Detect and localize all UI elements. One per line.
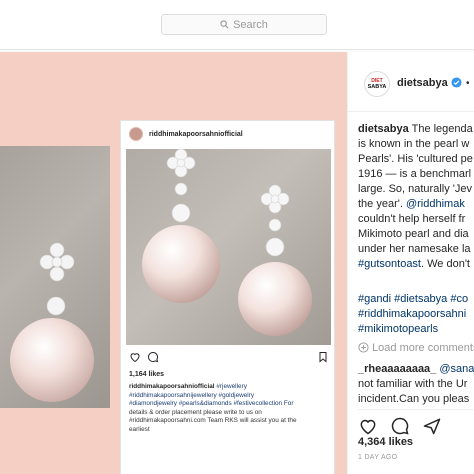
more-options-button[interactable]: • — [466, 78, 470, 89]
avatar[interactable] — [129, 127, 143, 141]
caption-line: dietsabya The legenda — [358, 122, 474, 137]
caption-username[interactable]: dietsabya — [358, 123, 409, 135]
hashtag-link[interactable]: #gandi #dietsabya #co — [358, 292, 474, 307]
share-icon[interactable] — [422, 416, 442, 436]
embedded-caption-line: earliest — [129, 425, 150, 433]
caption-line: #gutsontoast. We don't — [358, 257, 474, 272]
caption-line: the year'. @riddhimak — [358, 197, 474, 212]
background-earring-photo — [0, 146, 110, 408]
load-more-label: Load more comments — [372, 342, 474, 354]
avatar[interactable]: DIET SABYA — [364, 71, 390, 97]
embedded-post-actions — [129, 351, 329, 365]
search-placeholder: Search — [233, 18, 268, 31]
search-input[interactable]: Search — [161, 14, 327, 35]
verified-badge-icon — [451, 77, 462, 88]
hashtag-list: #gandi #dietsabya #co #riddhimakapoorsah… — [358, 292, 474, 337]
post-image[interactable]: riddhimakapoorsahniofficial 1,164 likes … — [0, 52, 347, 474]
load-more-plus-icon — [358, 342, 369, 353]
comment-icon[interactable] — [390, 416, 410, 436]
comment-item: _rheaaaaaaaa_ @sana not familiar with th… — [358, 362, 474, 407]
caption-line: 1916 — is a benchmarl — [358, 168, 472, 180]
embedded-post-card[interactable]: riddhimakapoorsahniofficial 1,164 likes … — [120, 120, 335, 474]
comment-icon[interactable] — [147, 351, 159, 363]
embedded-post-photo — [126, 149, 331, 345]
post-header: DIET SABYA dietsabya • — [348, 52, 474, 112]
caption-line: Mikimoto pearl and dia — [358, 228, 469, 240]
caption-line: is known in the pearl w — [358, 138, 470, 150]
post-caption: dietsabya The legenda is known in the pe… — [358, 122, 474, 272]
caption-line: under her namesake la — [358, 243, 471, 255]
bookmark-icon[interactable] — [317, 351, 329, 363]
comment-line: not familiar with the Ur — [358, 378, 468, 390]
post-actions — [358, 409, 474, 435]
caption-text: The legenda — [408, 123, 473, 135]
hashtag-link[interactable]: #mikimotopearls — [358, 322, 474, 337]
heart-icon[interactable] — [358, 416, 378, 436]
mention-link[interactable]: @sana — [439, 363, 474, 375]
mention-link[interactable]: @riddhimak — [406, 198, 465, 210]
embedded-caption-line: #riddhimakapoorsahnijewellery #goldjewel… — [129, 391, 255, 399]
caption-text: the year'. — [358, 198, 406, 210]
comment-line: incident.Can you pleas — [358, 393, 470, 405]
comment-line: _rheaaaaaaaa_ @sana — [358, 362, 474, 377]
embedded-post-header: riddhimakapoorsahniofficial — [121, 121, 336, 147]
instagram-post-screen: Search riddhimakapoorsahniofficial 1,164… — [0, 0, 474, 474]
post-side-panel: DIET SABYA dietsabya • dietsabya The leg… — [347, 52, 474, 474]
hashtag-link[interactable]: #riddhimakapoorsahni — [358, 307, 474, 322]
load-more-comments-button[interactable]: Load more comments — [358, 342, 474, 357]
caption-line: couldn't help herself fr — [358, 213, 466, 225]
embedded-caption: riddhimakapoorsahniofficial #rjewellery … — [129, 383, 329, 434]
likes-count[interactable]: 4,364 likes — [358, 436, 413, 448]
post-timestamp: 1 DAY AGO — [358, 454, 398, 461]
embedded-caption-line: #diamondjewelry #pearls&diamonds #festiv… — [129, 400, 294, 407]
embedded-caption-line: details & order placement please write t… — [129, 408, 262, 416]
embedded-caption-line: #riddhimakapoorsahni.com Team RKS will a… — [129, 417, 297, 424]
pearl-earrings-illustration — [142, 149, 312, 336]
embedded-caption-user[interactable]: riddhimakapoorsahniofficial — [129, 383, 215, 390]
embedded-likes[interactable]: 1,164 likes — [129, 371, 164, 378]
top-bar: Search — [0, 0, 474, 50]
caption-line: Pearls'. His 'cultured pe — [358, 153, 473, 165]
hashtag-link[interactable]: #gutsontoast — [358, 258, 421, 270]
caption-line: large. So, naturally 'Jev — [358, 183, 472, 195]
embedded-caption-tags[interactable]: #rjewellery — [215, 383, 247, 390]
search-icon — [220, 20, 229, 29]
earring-left-illustration — [10, 242, 94, 402]
caption-text: . We don't — [421, 258, 470, 270]
embedded-username[interactable]: riddhimakapoorsahniofficial — [149, 131, 243, 138]
logo-text-bottom: SABYA — [367, 83, 387, 90]
heart-icon[interactable] — [129, 351, 141, 363]
comment-username[interactable]: _rheaaaaaaaa_ — [358, 363, 436, 375]
post-username[interactable]: dietsabya — [397, 77, 448, 89]
